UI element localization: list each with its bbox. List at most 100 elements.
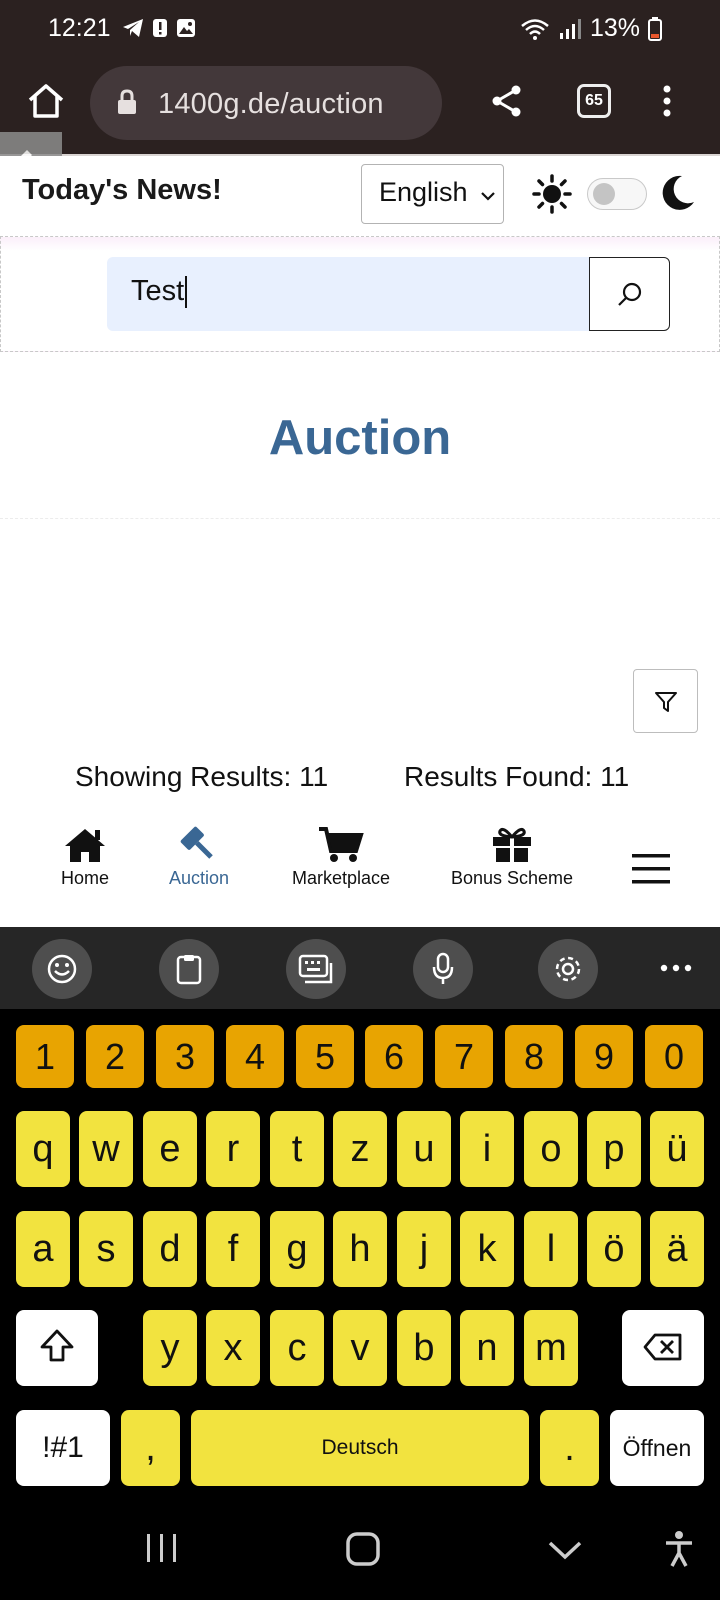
key-e[interactable]: e <box>143 1111 197 1187</box>
alert-icon <box>153 19 167 37</box>
filter-button[interactable] <box>633 669 698 733</box>
browser-toolbar: 1400g.de/auction 65 <box>0 62 720 156</box>
recents-icon[interactable] <box>145 1532 179 1564</box>
key-7[interactable]: 7 <box>435 1025 493 1088</box>
key-j[interactable]: j <box>397 1211 451 1287</box>
keyboard-toolbar <box>0 927 720 1009</box>
chevron-down-icon <box>481 192 495 201</box>
key-m[interactable]: m <box>524 1310 578 1386</box>
theme-toggle[interactable] <box>587 178 647 210</box>
nav-bonus-scheme[interactable]: Bonus Scheme <box>442 812 582 889</box>
emoji-icon <box>47 954 77 984</box>
share-icon[interactable] <box>490 84 524 118</box>
key-p[interactable]: p <box>587 1111 641 1187</box>
language-select[interactable]: English <box>361 164 504 224</box>
search-input[interactable]: Test <box>107 257 589 331</box>
more-icon[interactable] <box>660 964 692 972</box>
divider <box>0 518 720 519</box>
hamburger-icon[interactable] <box>632 854 670 884</box>
key-q[interactable]: q <box>16 1111 70 1187</box>
key-w[interactable]: w <box>79 1111 133 1187</box>
keyboard-mode-button[interactable] <box>286 939 346 999</box>
key-r[interactable]: r <box>206 1111 260 1187</box>
results-found: Results Found: 11 <box>404 761 630 792</box>
backspace-key[interactable] <box>622 1310 704 1386</box>
system-navigation-bar <box>0 1506 720 1600</box>
search-button[interactable] <box>589 257 670 331</box>
key-5[interactable]: 5 <box>296 1025 354 1088</box>
key-ue[interactable]: ü <box>650 1111 704 1187</box>
key-v[interactable]: v <box>333 1310 387 1386</box>
nav-auction-label: Auction <box>168 868 230 888</box>
browser-menu-icon[interactable] <box>661 84 673 118</box>
nav-auction[interactable]: Auction <box>129 812 269 889</box>
key-c[interactable]: c <box>270 1310 324 1386</box>
key-s[interactable]: s <box>79 1211 133 1287</box>
news-title[interactable]: Today's News! <box>22 174 222 207</box>
key-b[interactable]: b <box>397 1310 451 1386</box>
key-0[interactable]: 0 <box>645 1025 703 1088</box>
bottom-navigation: Home Auction Marketplace Bonus Scheme <box>0 812 720 927</box>
period-key[interactable]: . <box>540 1410 599 1486</box>
key-h[interactable]: h <box>333 1211 387 1287</box>
hide-keyboard-icon[interactable] <box>548 1540 582 1560</box>
keyboard-icon <box>298 954 333 984</box>
key-o[interactable]: o <box>524 1111 578 1187</box>
home-button-icon[interactable] <box>346 1532 380 1566</box>
key-n[interactable]: n <box>460 1310 514 1386</box>
key-1[interactable]: 1 <box>16 1025 74 1088</box>
address-bar[interactable]: 1400g.de/auction <box>90 66 442 140</box>
key-3[interactable]: 3 <box>156 1025 214 1088</box>
gavel-icon <box>180 826 213 859</box>
key-6[interactable]: 6 <box>365 1025 423 1088</box>
sun-icon[interactable] <box>532 174 572 214</box>
home-icon[interactable] <box>26 82 66 120</box>
showing-results: Showing Results: 11 <box>75 761 329 792</box>
accessibility-icon[interactable] <box>664 1530 694 1568</box>
nav-marketplace[interactable]: Marketplace <box>271 812 411 889</box>
gallery-icon <box>177 19 195 37</box>
key-9[interactable]: 9 <box>575 1025 633 1088</box>
search-icon <box>618 282 642 306</box>
key-2[interactable]: 2 <box>86 1025 144 1088</box>
voice-input-button[interactable] <box>413 939 473 999</box>
emoji-button[interactable] <box>32 939 92 999</box>
site-header: Today's News! English <box>0 156 720 236</box>
key-z[interactable]: z <box>333 1111 387 1187</box>
gift-icon <box>493 828 531 862</box>
key-8[interactable]: 8 <box>505 1025 563 1088</box>
key-l[interactable]: l <box>524 1211 578 1287</box>
clipboard-icon <box>176 955 202 985</box>
toggle-knob <box>593 183 615 205</box>
key-u[interactable]: u <box>397 1111 451 1187</box>
key-x[interactable]: x <box>206 1310 260 1386</box>
enter-key[interactable]: Öffnen <box>610 1410 704 1486</box>
search-value: Test <box>131 275 185 307</box>
moon-icon[interactable] <box>660 174 696 212</box>
nav-marketplace-label: Marketplace <box>291 868 391 888</box>
tab-count-button[interactable]: 65 <box>577 84 611 118</box>
key-4[interactable]: 4 <box>226 1025 284 1088</box>
status-bar: 12:21 13% <box>0 0 720 62</box>
shift-key[interactable] <box>16 1310 98 1386</box>
status-right: 13% <box>520 14 662 43</box>
key-t[interactable]: t <box>270 1111 324 1187</box>
key-g[interactable]: g <box>270 1211 324 1287</box>
key-ae[interactable]: ä <box>650 1211 704 1287</box>
key-d[interactable]: d <box>143 1211 197 1287</box>
key-a[interactable]: a <box>16 1211 70 1287</box>
url-text: 1400g.de/auction <box>158 88 384 120</box>
settings-button[interactable] <box>538 939 598 999</box>
key-oe[interactable]: ö <box>587 1211 641 1287</box>
key-y[interactable]: y <box>143 1310 197 1386</box>
status-time: 12:21 <box>48 14 111 42</box>
key-k[interactable]: k <box>460 1211 514 1287</box>
search-section: Test <box>0 236 720 352</box>
wifi-icon <box>521 18 549 40</box>
comma-key[interactable]: , <box>121 1410 180 1486</box>
clipboard-button[interactable] <box>159 939 219 999</box>
key-i[interactable]: i <box>460 1111 514 1187</box>
space-key[interactable]: Deutsch <box>191 1410 529 1486</box>
symbols-key[interactable]: !#1 <box>16 1410 110 1486</box>
key-f[interactable]: f <box>206 1211 260 1287</box>
